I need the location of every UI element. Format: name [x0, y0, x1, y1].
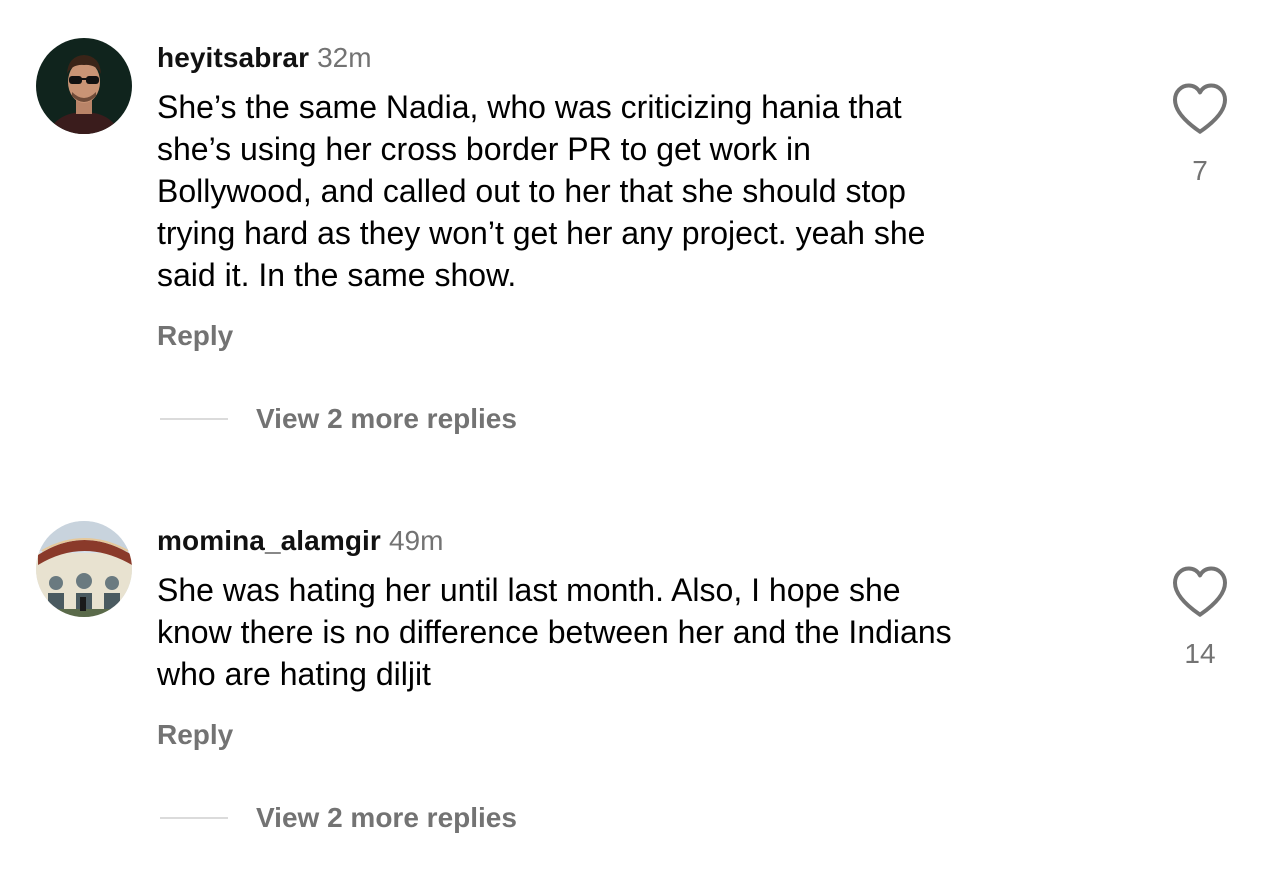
avatar[interactable] — [36, 521, 132, 617]
timestamp: 32m — [317, 42, 372, 73]
comment-text: She was hating her until last month. Als… — [157, 569, 1117, 695]
comment-header: heyitsabrar 32m — [157, 40, 372, 76]
like-count: 7 — [1192, 155, 1208, 186]
comment-text-line: Bollywood, and called out to her that sh… — [157, 173, 906, 209]
heart-icon[interactable] — [1170, 80, 1230, 136]
comment-text-line: trying hard as they won’t get her any pr… — [157, 215, 926, 251]
view-more-replies-label: View 2 more replies — [256, 802, 517, 833]
reply-button[interactable]: Reply — [157, 717, 233, 753]
like-container: 14 — [1168, 563, 1232, 671]
username[interactable]: momina_alamgir — [157, 525, 381, 556]
view-more-replies-button[interactable]: View 2 more replies — [160, 401, 517, 437]
heart-icon[interactable] — [1170, 563, 1230, 619]
building-photo-avatar-icon — [36, 521, 132, 617]
avatar[interactable] — [36, 38, 132, 134]
view-more-replies-label: View 2 more replies — [256, 403, 517, 434]
comment-text-line: She was hating her until last month. Als… — [157, 572, 901, 608]
comment-header: momina_alamgir 49m — [157, 523, 443, 559]
person-sunglasses-avatar-icon — [36, 38, 132, 134]
like-count: 14 — [1184, 638, 1216, 669]
replies-divider — [160, 418, 228, 420]
view-more-replies-button[interactable]: View 2 more replies — [160, 800, 517, 836]
comment-text-line: she’s using her cross border PR to get w… — [157, 131, 811, 167]
comment-text: She’s the same Nadia, who was criticizin… — [157, 86, 1117, 296]
username[interactable]: heyitsabrar — [157, 42, 309, 73]
comment-text-line: know there is no difference between her … — [157, 614, 952, 650]
timestamp: 49m — [388, 525, 444, 556]
comment-text-line: who are hating diljit — [157, 656, 431, 692]
comment-text-line: She’s the same Nadia, who was criticizin… — [157, 89, 902, 125]
reply-button[interactable]: Reply — [157, 318, 233, 354]
comment-text-line: said it. In the same show. — [157, 257, 517, 293]
like-container: 7 — [1168, 80, 1232, 188]
replies-divider — [160, 817, 228, 819]
